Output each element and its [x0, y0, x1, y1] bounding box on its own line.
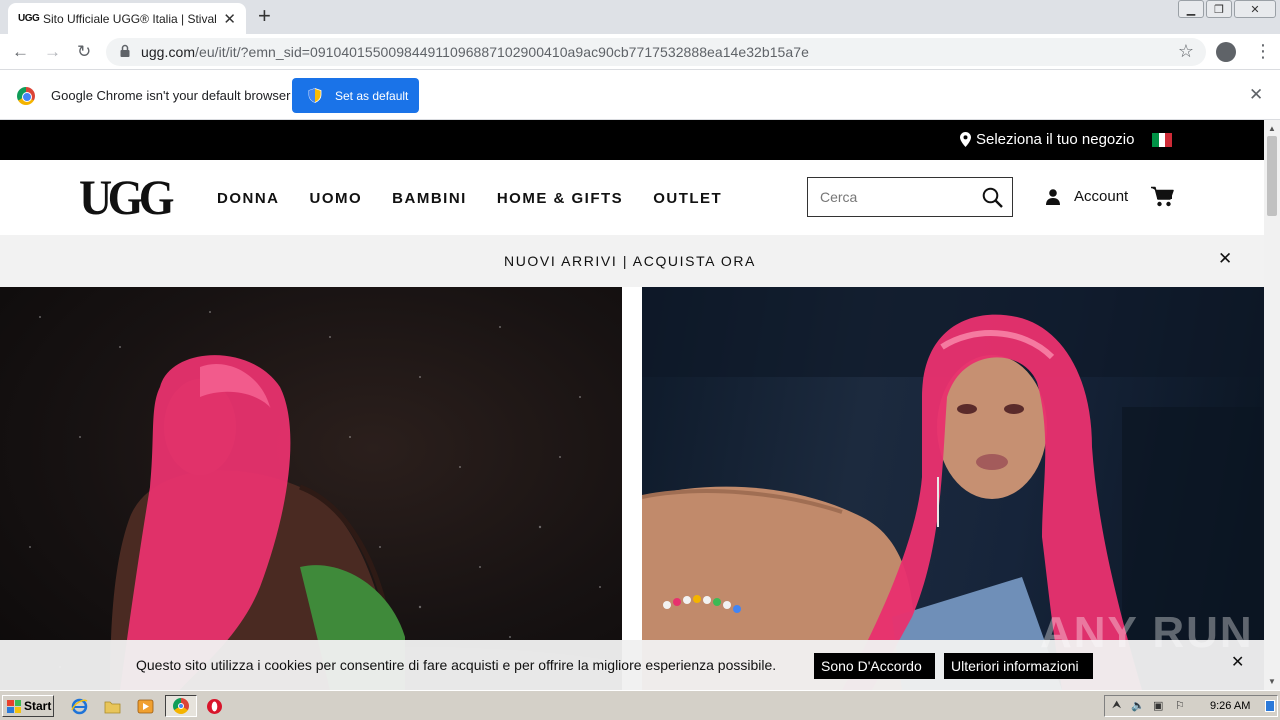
- shield-icon: [308, 88, 322, 103]
- media-player-icon[interactable]: [137, 698, 154, 715]
- windows-logo-red: [7, 699, 14, 706]
- lock-icon: [120, 44, 130, 57]
- url-path: /eu/it/it/?emn_sid=091040155009844911096…: [195, 44, 809, 60]
- network-icon[interactable]: ▣: [1153, 699, 1163, 712]
- address-bar[interactable]: ugg.com/eu/it/it/?emn_sid=09104015500984…: [106, 38, 1206, 66]
- ugg-logo[interactable]: UGG: [79, 172, 175, 222]
- store-selector-label: Seleziona il tuo negozio: [976, 131, 1135, 148]
- tray-expand-icon[interactable]: ⮝: [1112, 699, 1121, 712]
- search-box: [807, 177, 1013, 217]
- browser-toolbar: ← → ↻ ugg.com/eu/it/it/?emn_sid=09104015…: [0, 34, 1280, 70]
- search-input[interactable]: [808, 178, 976, 216]
- windows-logo-icon: [7, 699, 21, 713]
- infobar-message: Google Chrome isn't your default browser: [51, 88, 291, 103]
- tab-title: Sito Ufficiale UGG® Italia | Stivali, Pa…: [43, 11, 217, 26]
- cookie-accept-button[interactable]: Sono D'Accordo: [814, 653, 935, 679]
- internet-explorer-icon[interactable]: [71, 698, 88, 715]
- volume-icon[interactable]: 🔈: [1131, 699, 1145, 712]
- url-text: ugg.com/eu/it/it/?emn_sid=09104015500984…: [141, 44, 809, 60]
- bookmark-star-icon[interactable]: ☆: [1178, 41, 1194, 62]
- forward-arrow-icon[interactable]: →: [44, 42, 61, 62]
- anyrun-watermark: ANY RUN: [1040, 608, 1254, 657]
- search-icon[interactable]: [982, 187, 1003, 208]
- reload-icon[interactable]: ↻: [77, 42, 91, 62]
- restore-icon[interactable]: ❐: [1206, 0, 1232, 18]
- main-nav: DONNA UOMO BAMBINI HOME & GIFTS OUTLET: [217, 190, 752, 207]
- scroll-thumb[interactable]: [1267, 136, 1277, 216]
- system-tray: ⮝ 🔈 ▣ ⚐ 9:26 AM: [1104, 695, 1278, 717]
- nav-item-uomo[interactable]: UOMO: [310, 190, 363, 207]
- tab-close-icon[interactable]: ✕: [223, 10, 236, 28]
- store-selector-link[interactable]: Seleziona il tuo negozio: [960, 131, 1134, 148]
- start-label: Start: [24, 699, 52, 713]
- promo-banner: NUOVI ARRIVI | ACQUISTA ORA ✕: [0, 235, 1264, 287]
- hero-image-left[interactable]: [0, 287, 622, 690]
- scroll-down-arrow-icon[interactable]: ▼: [1268, 677, 1276, 686]
- nav-item-outlet[interactable]: OUTLET: [653, 190, 722, 207]
- windows-logo-green: [14, 699, 21, 706]
- new-tab-plus-icon[interactable]: +: [258, 5, 271, 27]
- page-scrollbar[interactable]: ▲ ▼: [1264, 120, 1280, 690]
- window-close-icon[interactable]: ✕: [1234, 0, 1276, 18]
- promo-close-icon[interactable]: ✕: [1218, 249, 1232, 269]
- windows-logo-yellow: [14, 706, 21, 713]
- shopping-cart-icon[interactable]: [1151, 186, 1174, 207]
- nav-item-donna[interactable]: DONNA: [217, 190, 280, 207]
- taskbar-chrome-icon-center: [178, 703, 184, 709]
- window-controls: ▁ ❐ ✕: [1176, 0, 1276, 18]
- hero-left-illustration: [29, 311, 622, 690]
- default-browser-infobar: Google Chrome isn't your default browser…: [0, 71, 1280, 120]
- start-button[interactable]: Start: [2, 695, 54, 717]
- ugg-favicon-icon: UGG: [18, 13, 40, 24]
- set-as-default-button[interactable]: Set as default: [292, 78, 419, 113]
- flag-stripe-green: [1152, 133, 1159, 147]
- flag-stripe-red: [1165, 133, 1173, 147]
- taskbar-chrome-button[interactable]: [165, 695, 197, 717]
- folder-icon[interactable]: [104, 698, 121, 715]
- cookie-message: Questo sito utilizza i cookies per conse…: [136, 657, 777, 673]
- set-as-default-label: Set as default: [335, 88, 409, 103]
- windows-logo-blue: [7, 706, 14, 713]
- map-pin-icon: [960, 132, 971, 147]
- nav-item-home-gifts[interactable]: HOME & GIFTS: [497, 190, 623, 207]
- browser-tab[interactable]: UGG Sito Ufficiale UGG® Italia | Stivali…: [8, 3, 246, 34]
- chrome-menu-icon[interactable]: ⋮: [1254, 41, 1272, 62]
- windows-taskbar: Start ⮝ 🔈 ▣ ⚐ 9:26 AM: [0, 690, 1280, 720]
- back-arrow-icon[interactable]: ←: [12, 42, 29, 62]
- minimize-icon[interactable]: ▁: [1178, 0, 1204, 18]
- page-viewport: Seleziona il tuo negozio UGG DONNA UOMO …: [0, 120, 1264, 690]
- account-label: Account: [1074, 188, 1129, 205]
- utility-bar: Seleziona il tuo negozio: [0, 120, 1264, 160]
- chrome-logo-icon: [17, 87, 35, 105]
- user-icon: [1046, 188, 1060, 205]
- promo-link[interactable]: NUOVI ARRIVI | ACQUISTA ORA: [0, 253, 1200, 269]
- tab-strip: UGG Sito Ufficiale UGG® Italia | Stivali…: [0, 0, 1280, 34]
- scroll-up-arrow-icon[interactable]: ▲: [1268, 124, 1276, 133]
- action-center-flag-icon[interactable]: ⚐: [1175, 699, 1185, 712]
- show-desktop-icon[interactable]: [1265, 700, 1275, 712]
- opera-icon[interactable]: [206, 698, 223, 715]
- nav-item-bambini[interactable]: BAMBINI: [392, 190, 467, 207]
- taskbar-clock[interactable]: 9:26 AM: [1210, 700, 1250, 712]
- site-header: UGG DONNA UOMO BAMBINI HOME & GIFTS OUTL…: [0, 160, 1264, 235]
- flag-stripe-white: [1158, 133, 1166, 147]
- account-link[interactable]: Account: [1046, 188, 1128, 205]
- infobar-close-icon[interactable]: ✕: [1249, 85, 1263, 105]
- profile-avatar-icon[interactable]: [1216, 42, 1236, 62]
- italy-flag-icon[interactable]: [1152, 133, 1173, 147]
- url-host: ugg.com: [141, 44, 196, 60]
